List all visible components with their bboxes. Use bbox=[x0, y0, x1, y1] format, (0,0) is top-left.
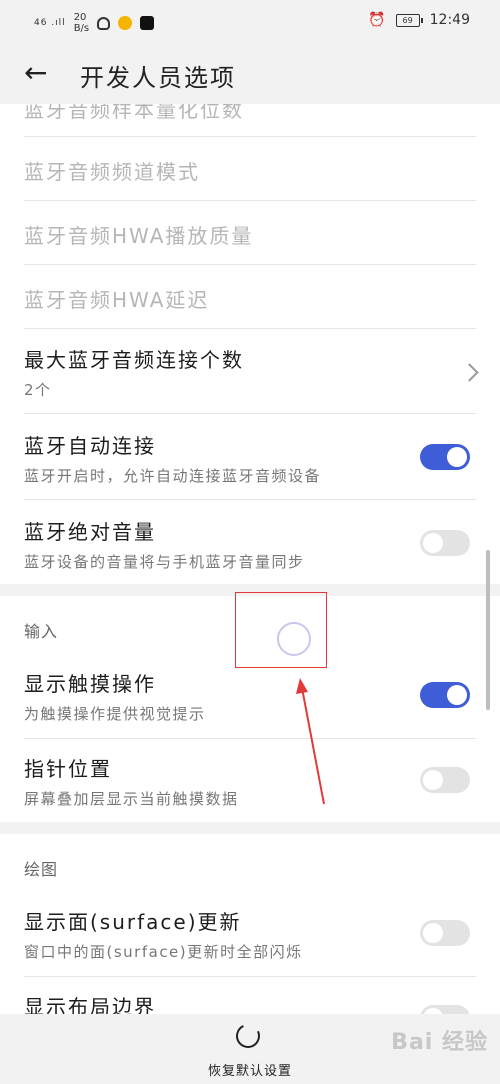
watermark-logo: Bai 经验 bbox=[391, 1030, 488, 1055]
annotation-arrow-icon bbox=[296, 678, 325, 805]
reset-icon[interactable] bbox=[232, 1020, 264, 1052]
reset-defaults-button[interactable]: 恢复默认设置 bbox=[0, 1060, 500, 1079]
